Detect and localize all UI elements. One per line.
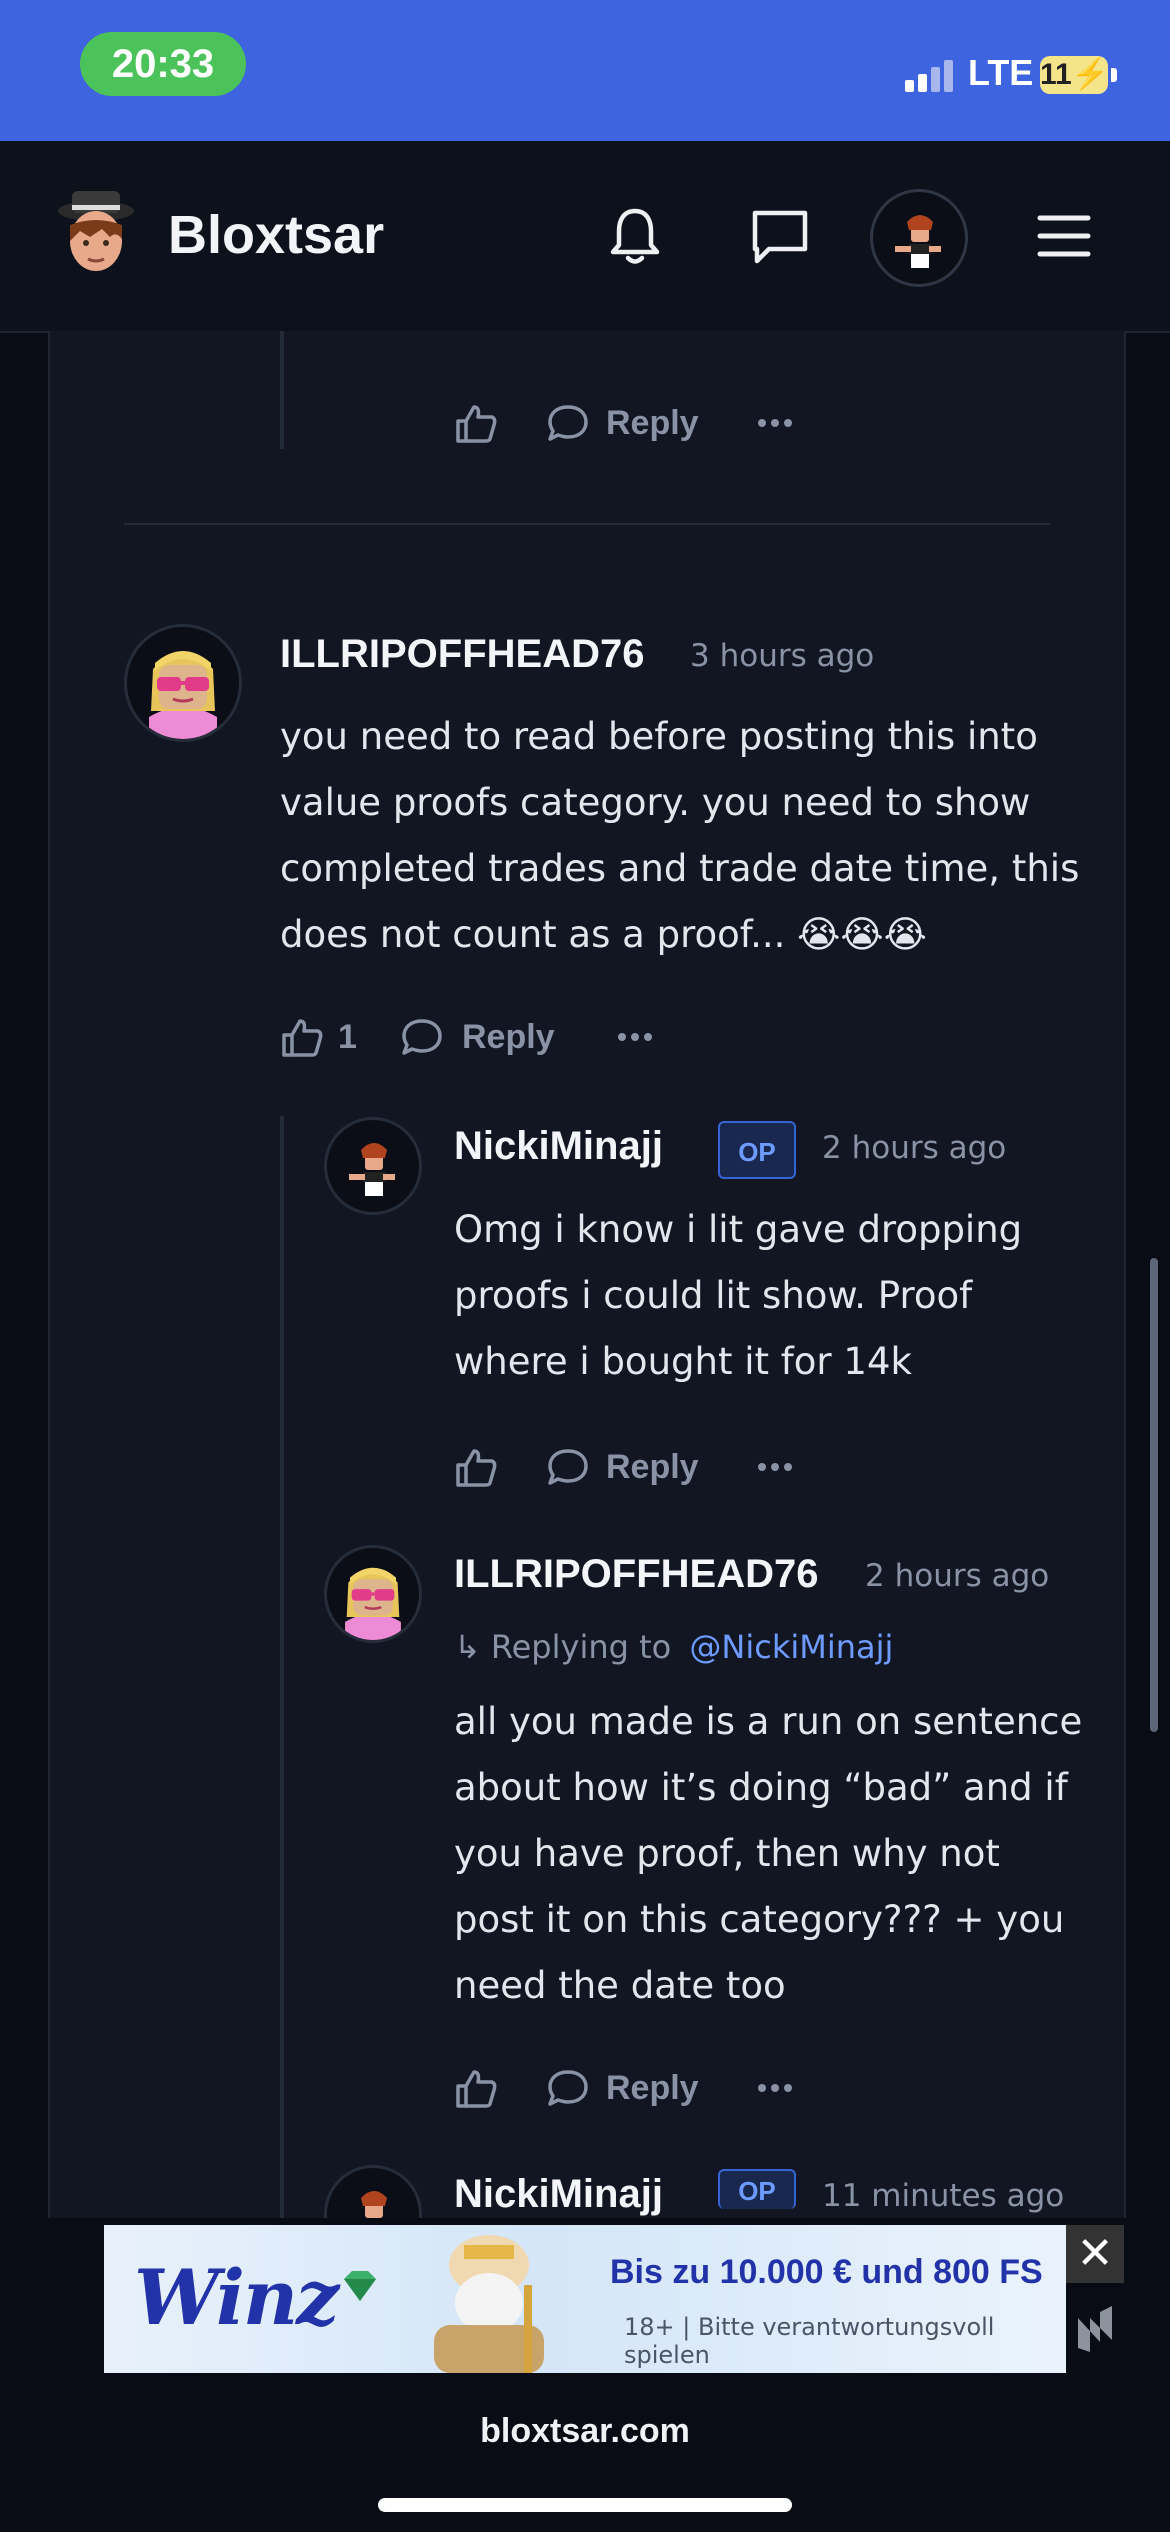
battery-nub [1111,68,1117,82]
ad-banner[interactable]: Winz Bis zu 10.000 € und 800 FS 18+ | Bi… [104,2225,1066,2373]
comment-author[interactable]: NickiMinajj [454,1121,663,1171]
comments-section: Reply ILLRIPOFFHEAD76 3 hours ago you ne… [48,331,1126,2263]
logo-avatar-icon[interactable] [50,185,142,281]
ad-gem-icon [342,2271,378,2301]
comment-time: 3 hours ago [690,638,875,674]
replying-to: ↳ Replying to @NickiMinajj [454,1625,893,1669]
menu-hamburger-icon[interactable] [1030,201,1100,271]
browser-bottom-bar: bloxtsar.com [0,2376,1170,2532]
battery-icon: 11⚡ [1040,56,1109,94]
comment-line: proofs i could lit show. Proof [454,1274,973,1317]
comment-actions: Reply [454,2058,854,2118]
comment-author[interactable]: NickiMinajj [454,2169,663,2219]
like-count: 1 [338,1018,357,1056]
comment-line: post it on this category??? + you [454,1898,1065,1941]
home-indicator[interactable] [378,2498,792,2512]
network-type: LTE [968,52,1034,93]
comment-body: you need to read before posting this int… [280,704,1100,968]
more-options-icon[interactable] [758,1463,798,1473]
reply-button[interactable]: Reply [606,1437,699,1497]
like-thumb-icon[interactable] [280,1015,324,1063]
messages-chat-icon[interactable] [745,201,815,271]
reply-button[interactable]: Reply [606,2058,699,2118]
comment-line: about how it’s doing “bad” and if [454,1766,1068,1809]
browser-url[interactable]: bloxtsar.com [0,2412,1170,2451]
reply-arrow-icon: ↳ [454,1628,481,1666]
reply-thread-line [280,1116,284,2221]
reply-bubble-icon[interactable] [546,401,590,449]
status-bar: 20:33 LTE 11⚡ [0,0,1170,141]
comment-actions: 1 Reply [280,1007,780,1067]
comment-time: 2 hours ago [865,1558,1050,1594]
avatar[interactable] [124,624,242,742]
scrollbar[interactable] [1150,1258,1158,1732]
ad-logo: Winz [134,2253,339,2342]
like-thumb-icon[interactable] [454,1445,498,1493]
top-comment-actions: Reply [454,393,854,453]
mention-link[interactable]: @NickiMinajj [689,1628,893,1666]
ad-close-button[interactable]: ✕ [1066,2225,1124,2283]
thread-line [280,331,284,449]
comment-line: you need to read before posting this int… [280,715,1038,758]
comment-actions: Reply [454,1437,854,1497]
ad-character-image [394,2225,584,2373]
site-header: Bloxtsar [0,141,1170,333]
battery-level: 11 [1040,58,1072,91]
signal-icon [905,58,957,92]
reply-button[interactable]: Reply [606,393,699,453]
comment-body: Omg i know i lit gave dropping proofs i … [454,1197,1094,1395]
avatar[interactable] [324,1117,422,1215]
avatar[interactable] [324,1545,422,1643]
ad-network-icon[interactable] [1072,2298,1118,2358]
replying-to-label: Replying to [490,1628,672,1666]
user-avatar-button[interactable] [870,189,968,287]
reply-bubble-icon[interactable] [546,2066,590,2114]
comment-line: where i bought it for 14k [454,1340,912,1383]
more-options-icon[interactable] [758,2084,798,2094]
comment-line: does not count as a proof... 😭😭😭 [280,913,927,956]
comment-time: 11 minutes ago [822,2178,1065,2214]
reply-bubble-icon[interactable] [546,1445,590,1493]
status-time: 20:33 [80,32,246,96]
comment-line: all you made is a run on sentence [454,1700,1083,1743]
like-thumb-icon[interactable] [454,401,498,449]
comment-author[interactable]: ILLRIPOFFHEAD76 [280,629,644,679]
like-thumb-icon[interactable] [454,2066,498,2114]
comment-author[interactable]: ILLRIPOFFHEAD76 [454,1549,818,1599]
notifications-bell-icon[interactable] [600,201,670,271]
op-badge: OP [718,2169,796,2209]
ad-headline: Bis zu 10.000 € und 800 FS [610,2253,1043,2291]
reply-button[interactable]: Reply [462,1007,555,1067]
comment-line: need the date too [454,1964,786,2007]
ad-disclaimer: 18+ | Bitte verantwortungsvoll spielen [624,2313,995,2369]
comment-line: you have proof, then why not [454,1832,1000,1875]
comment-line: value proofs category. you need to show [280,781,1031,824]
comment-line: completed trades and trade date time, th… [280,847,1080,890]
site-brand[interactable]: Bloxtsar [168,203,384,267]
more-options-icon[interactable] [618,1033,658,1043]
ad-banner-area: Winz Bis zu 10.000 € und 800 FS 18+ | Bi… [0,2218,1170,2376]
comment-time: 2 hours ago [822,1130,1007,1166]
comment-body: all you made is a run on sentence about … [454,1689,1114,2019]
reply-bubble-icon[interactable] [400,1015,444,1063]
comment-divider [124,523,1050,525]
comment-line: Omg i know i lit gave dropping [454,1208,1023,1251]
more-options-icon[interactable] [758,419,798,429]
op-badge: OP [718,1121,796,1179]
